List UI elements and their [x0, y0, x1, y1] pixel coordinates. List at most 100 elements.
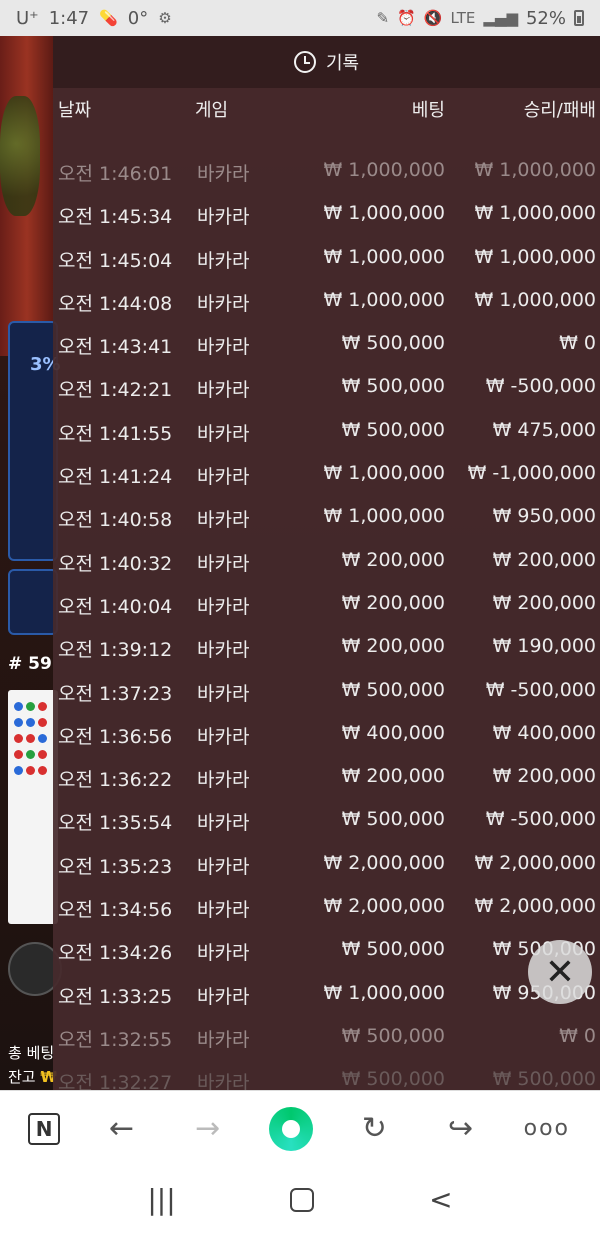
table-row: 오전 1:36:22 바카라 ₩ 200,000 ₩ 200,000 [53, 755, 600, 798]
row-bet: ₩ 500,000 [341, 418, 445, 441]
road-dot [26, 766, 35, 775]
forward-arrow-icon[interactable]: → [183, 1111, 233, 1146]
road-dot [26, 750, 35, 759]
row-result: ₩ -500,000 [485, 375, 596, 398]
row-result: ₩ 0 [559, 1024, 596, 1047]
row-bet: ₩ 200,000 [341, 765, 445, 788]
table-row: 오전 1:35:23 바카라 ₩ 2,000,000 ₩ 2,000,000 [53, 842, 600, 885]
row-result: ₩ 200,000 [492, 548, 596, 571]
row-date: 오전 1:36:56 [58, 725, 173, 748]
row-game: 바카라 [197, 812, 250, 835]
table-row: 오전 1:39:12 바카라 ₩ 200,000 ₩ 190,000 [53, 625, 600, 668]
reload-icon[interactable]: ↻ [349, 1111, 399, 1146]
row-game: 바카라 [197, 552, 250, 575]
road-dot [38, 718, 47, 727]
row-result: ₩ 2,000,000 [474, 851, 596, 874]
row-bet: ₩ 200,000 [341, 635, 445, 658]
road-dot [38, 702, 47, 711]
row-bet: ₩ 1,000,000 [323, 202, 445, 225]
naver-logo-letter: N [35, 1116, 53, 1141]
row-bet: ₩ 1,000,000 [323, 159, 445, 181]
row-date: 오전 1:35:23 [58, 855, 173, 878]
more-icon[interactable]: ooo [522, 1116, 572, 1141]
row-date: 오전 1:45:34 [58, 206, 173, 229]
battery-icon [574, 10, 584, 26]
row-result: ₩ 400,000 [492, 721, 596, 744]
row-bet: ₩ 500,000 [341, 375, 445, 398]
row-bet: ₩ 200,000 [341, 591, 445, 614]
row-game: 바카라 [197, 899, 250, 922]
row-bet: ₩ 1,000,000 [323, 981, 445, 1004]
history-header: 기록 [53, 36, 600, 88]
back-arrow-icon[interactable]: ← [96, 1111, 146, 1146]
history-clock-icon [293, 51, 316, 73]
row-bet: ₩ 1,000,000 [323, 462, 445, 485]
history-rows[interactable]: 오전 1:46:01 바카라 ₩ 1,000,000 ₩ 1,000,000 오전 1:… [53, 149, 600, 1090]
row-result: ₩ 200,000 [492, 591, 596, 614]
row-result: ₩ 500,000 [492, 1068, 596, 1090]
row-bet: ₩ 200,000 [341, 548, 445, 571]
road-map [8, 690, 58, 924]
table-row: 오전 1:33:25바카라₩ 1,000,000₩ 950,000 [53, 972, 600, 1015]
row-result: ₩ 1,000,000 [474, 202, 596, 225]
network-label: LTE [450, 9, 476, 27]
side-bet-panel-2[interactable] [8, 569, 58, 635]
clock: 1:47 [48, 7, 90, 29]
table-row: 오전 1:45:04 바카라 ₩ 1,000,000 ₩ 1,000,000 [53, 236, 600, 279]
road-dot [14, 702, 23, 711]
row-bet: ₩ 500,000 [341, 1068, 445, 1090]
green-home-icon[interactable] [268, 1106, 313, 1151]
row-date: 오전 1:41:24 [58, 466, 173, 489]
table-row: 오전 1:45:34 바카라 ₩ 1,000,000 ₩ 1,000,000 [53, 192, 600, 235]
row-date: 오전 1:32:55 [58, 1028, 173, 1051]
road-dot [38, 750, 47, 759]
table-row: 오전 1:35:54 바카라 ₩ 500,000 ₩ -500,000 [53, 798, 600, 841]
close-button[interactable]: ✕ [528, 940, 592, 1004]
road-dot [14, 734, 23, 743]
carrier-label: U⁺ [16, 7, 39, 29]
table-row: 오전 1:44:08 바카라 ₩ 1,000,000 ₩ 1,000,000 [53, 279, 600, 322]
row-result: ₩ 0 [559, 332, 596, 355]
row-game: 바카라 [197, 985, 250, 1008]
row-game: 바카라 [197, 942, 250, 965]
naver-logo-button[interactable]: N [28, 1112, 61, 1145]
row-date: 오전 1:40:04 [58, 595, 173, 618]
history-panel: 기록 날짜 게임 베팅 승리/패배 오전 1:46:01 바카라 ₩ 1,000,0… [53, 36, 600, 1090]
road-dot [26, 734, 35, 743]
row-date: 오전 1:41:55 [58, 422, 173, 445]
row-date: 오전 1:34:56 [58, 899, 173, 922]
row-game: 바카라 [197, 422, 250, 445]
table-row: 오전 1:40:04 바카라 ₩ 200,000 ₩ 200,000 [53, 582, 600, 625]
battery-percent: 52% [525, 7, 566, 29]
column-header-result: 승리/패배 [523, 100, 596, 121]
row-date: 오전 1:46:01 [58, 163, 173, 185]
row-bet: ₩ 1,000,000 [323, 505, 445, 528]
back-icon[interactable]: < [429, 1183, 452, 1216]
row-date: 오전 1:44:08 [58, 292, 173, 315]
row-date: 오전 1:36:22 [58, 769, 173, 792]
table-row: 오전 1:32:27 바카라 ₩ 500,000 ₩ 500,000 [53, 1058, 600, 1090]
road-dot [14, 718, 23, 727]
table-row: 오전 1:41:24 바카라 ₩ 1,000,000 ₩ -1,000,000 [53, 452, 600, 495]
table-row: 오전 1:34:26바카라₩ 500,000₩ 500,000 [53, 928, 600, 971]
row-game: 바카라 [197, 249, 250, 272]
row-bet: ₩ 2,000,000 [323, 895, 445, 918]
row-game: 바카라 [197, 292, 250, 315]
row-result: ₩ 2,000,000 [474, 895, 596, 918]
recents-icon[interactable]: ||| [147, 1183, 175, 1216]
mute-icon: 🔇 [423, 9, 443, 27]
row-game: 바카라 [197, 1028, 250, 1051]
row-date: 오전 1:37:23 [58, 682, 173, 705]
system-navigation: ||| < [0, 1166, 600, 1233]
table-row: 오전 1:34:56 바카라 ₩ 2,000,000 ₩ 2,000,000 [53, 885, 600, 928]
row-game: 바카라 [197, 595, 250, 618]
share-icon[interactable]: ↪ [436, 1111, 486, 1146]
row-bet: ₩ 1,000,000 [323, 245, 445, 268]
row-game: 바카라 [197, 1072, 250, 1090]
table-row: 오전 1:40:58 바카라 ₩ 1,000,000 ₩ 950,000 [53, 495, 600, 538]
row-date: 오전 1:32:27 [58, 1072, 173, 1090]
home-icon[interactable] [290, 1187, 315, 1212]
balance-label: 잔고 ₩ [8, 1066, 57, 1087]
row-date: 오전 1:42:21 [58, 379, 173, 402]
row-date: 오전 1:40:58 [58, 509, 173, 532]
